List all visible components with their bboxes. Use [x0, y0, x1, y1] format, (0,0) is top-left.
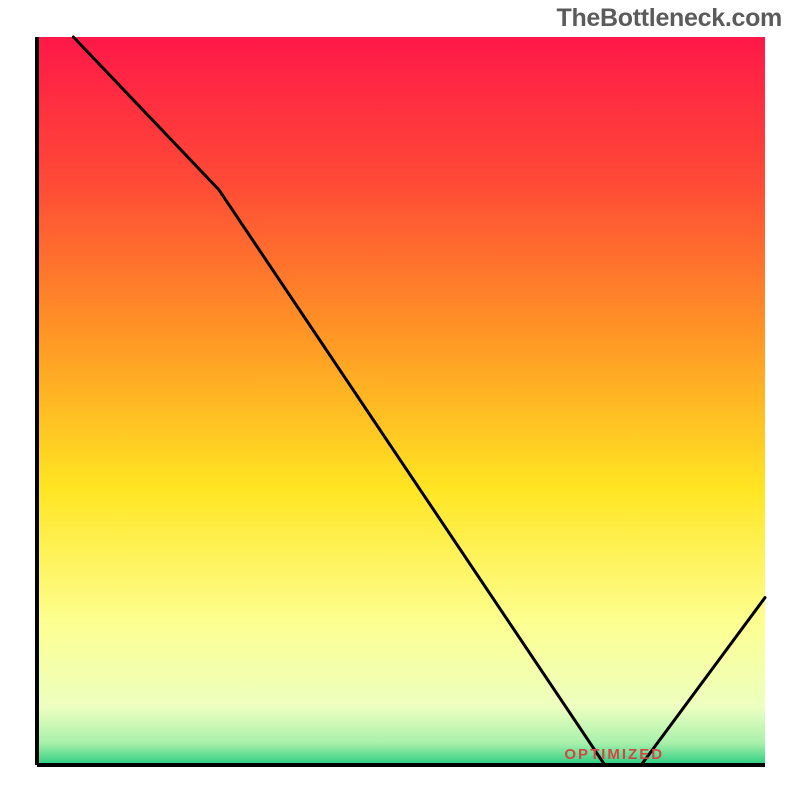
attribution-text: TheBottleneck.com [556, 4, 782, 33]
bottleneck-chart [0, 0, 800, 800]
annotation-optimized: OPTIMIZED [564, 746, 664, 763]
plot-background [37, 37, 765, 765]
